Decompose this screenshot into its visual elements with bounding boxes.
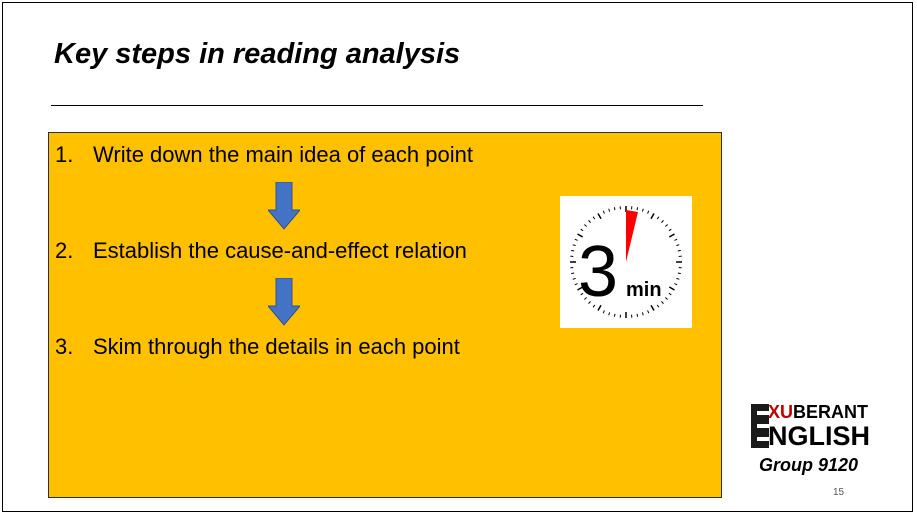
- timer-tick: [608, 312, 611, 316]
- timer-tick: [668, 228, 672, 232]
- stopwatch-icon: 3 min: [570, 206, 682, 318]
- timer-tick: [572, 277, 576, 280]
- timer-tick: [677, 272, 681, 275]
- step-2: 2. Establish the cause-and-effect relatio…: [55, 238, 467, 264]
- timer-tick: [641, 208, 644, 212]
- timer-tick: [661, 301, 664, 304]
- step-3: 3. Skim through the details in each point: [55, 334, 460, 360]
- timer-tick: [641, 312, 644, 316]
- timer-tick: [592, 216, 596, 220]
- timer-tick: [656, 216, 660, 220]
- timer-tick: [647, 310, 650, 314]
- timer-tick: [650, 213, 655, 220]
- step-1-number: 1.: [55, 142, 74, 167]
- page-number: 15: [833, 487, 845, 498]
- timer-tick: [665, 297, 668, 300]
- timer-tick: [571, 272, 575, 275]
- step-1-text: Write down the main idea of each point: [93, 142, 473, 167]
- timer-tick: [676, 244, 680, 247]
- timer-tick: [668, 292, 672, 296]
- timer-tick: [636, 313, 639, 317]
- timer-tick: [608, 208, 611, 212]
- step-2-number: 2.: [55, 238, 74, 263]
- timer-tick: [665, 224, 668, 227]
- logo-line2: NGLISH: [768, 421, 871, 451]
- timer-tick: [668, 286, 675, 291]
- slide-title: Key steps in reading analysis: [54, 38, 461, 70]
- timer-tick: [661, 220, 664, 223]
- timer-tick: [572, 244, 576, 247]
- logo-line1: XUBERANT: [768, 402, 869, 422]
- timer-tick: [650, 304, 655, 311]
- timer-tick: [674, 283, 678, 286]
- timer-tick: [580, 228, 584, 232]
- logo-e-mark: [751, 404, 769, 448]
- timer-tick: [668, 233, 675, 238]
- timer-unit: min: [626, 279, 662, 301]
- step-2-text: Establish the cause-and-effect relation: [93, 238, 467, 263]
- timer-tick: [588, 220, 591, 223]
- down-arrow-icon: [268, 182, 300, 230]
- step-3-number: 3.: [55, 334, 74, 359]
- timer-tick: [677, 249, 681, 252]
- timer-tick: [647, 210, 650, 214]
- timer-wedge: [626, 210, 638, 262]
- timer-tick: [636, 207, 639, 211]
- timer-tick: [584, 224, 587, 227]
- down-arrow-icon: [268, 278, 300, 326]
- timer-tick: [602, 210, 605, 214]
- timer-tick: [676, 277, 680, 280]
- step-1: 1. Write down the main idea of each point: [55, 142, 473, 168]
- timer-tick: [571, 249, 575, 252]
- timer-tick: [613, 313, 616, 317]
- timer-tick: [674, 238, 678, 241]
- group-label: Group 9120: [759, 455, 859, 475]
- timer-tick: [597, 213, 602, 220]
- three-minute-timer: 3 min: [560, 196, 692, 328]
- timer-tick: [613, 207, 616, 211]
- step-3-text: Skim through the details in each point: [93, 334, 460, 359]
- title-divider: [51, 105, 703, 106]
- timer-tick: [656, 304, 660, 308]
- timer-value: 3: [578, 232, 618, 312]
